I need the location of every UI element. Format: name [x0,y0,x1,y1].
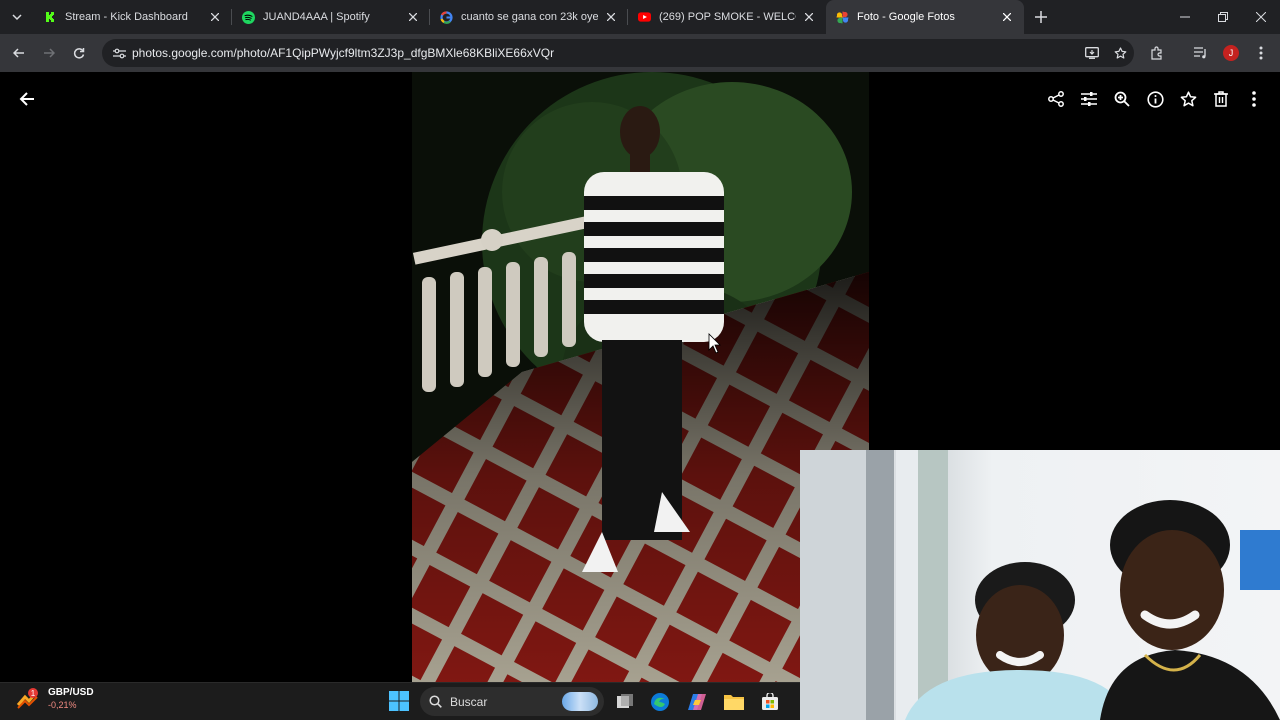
restore-icon [1218,12,1228,22]
zoom-button[interactable] [1110,86,1134,112]
webcam-image [800,450,1280,720]
back-button[interactable] [4,38,34,68]
search-placeholder: Buscar [450,694,488,709]
search-highlight-icon [562,692,598,711]
widget-change: -0,21% [48,700,77,710]
delete-icon [1214,91,1228,107]
info-icon [1146,90,1164,108]
spotify-icon [242,10,255,24]
weather-stock-widget[interactable]: 1 GBP/USD -0,21% [16,686,94,712]
arrow-left-icon [13,48,24,58]
delete-button[interactable] [1209,86,1233,112]
close-icon[interactable] [406,10,420,24]
tab-title: Stream - Kick Dashboard [65,11,188,23]
store-icon [762,693,778,710]
minimize-icon [1180,16,1190,18]
forward-button[interactable] [34,38,64,68]
viewer-actions [1044,86,1266,112]
info-button[interactable] [1143,86,1167,112]
restore-button[interactable] [1204,0,1242,34]
extensions-button[interactable] [1142,38,1172,68]
copilot-button[interactable] [685,690,709,714]
webcam-overlay [800,450,1280,720]
plus-icon [1035,11,1047,23]
edit-adjust-icon [1081,92,1097,106]
window-controls [1166,0,1280,34]
arrow-left-icon [19,92,34,106]
youtube-icon [638,11,651,24]
favorite-button[interactable] [1176,86,1200,112]
url-text: photos.google.com/photo/AF1QipPWyjcf9ltm… [132,46,555,60]
tab-title: (269) POP SMOKE - WELCOME TO [659,11,796,23]
file-explorer-button[interactable] [722,690,746,714]
stock-chart-icon: 1 [16,688,39,709]
share-button[interactable] [1044,86,1068,112]
tab-google-photos[interactable]: Foto - Google Fotos [826,0,1024,34]
chrome-menu-button[interactable] [1246,38,1276,68]
close-icon[interactable] [802,10,816,24]
bookmark-star-icon[interactable] [1106,46,1134,60]
browser-toolbar: photos.google.com/photo/AF1QipPWyjcf9ltm… [0,34,1280,72]
favorite-star-icon [1180,90,1196,106]
more-vertical-icon [1259,46,1263,60]
microsoft-store-button[interactable] [758,690,782,714]
start-button[interactable] [389,691,411,713]
windows-logo-icon [389,691,409,711]
tab-title: JUAND4AAA | Spotify [263,11,370,23]
tab-title: cuanto se gana con 23k oyentes [461,11,598,23]
tab-youtube[interactable]: (269) POP SMOKE - WELCOME TO [628,0,826,34]
close-viewer-button[interactable] [14,86,40,112]
close-icon[interactable] [208,10,222,24]
install-app-icon[interactable] [1078,47,1106,59]
task-view-icon [617,694,633,708]
close-window-button[interactable] [1242,0,1280,34]
notification-badge: 1 [31,689,36,698]
chevron-down-icon [12,14,22,21]
taskbar-search[interactable]: Buscar [420,687,604,716]
toolbar-right: J [1142,38,1280,68]
address-bar[interactable]: photos.google.com/photo/AF1QipPWyjcf9ltm… [102,39,1134,67]
site-settings-icon[interactable] [106,48,132,59]
windows-taskbar: 1 GBP/USD -0,21% Buscar [0,682,800,720]
arrow-right-icon [44,48,55,58]
minimize-button[interactable] [1166,0,1204,34]
close-icon[interactable] [604,10,618,24]
search-icon [420,695,450,708]
close-icon[interactable] [1000,10,1014,24]
edit-button[interactable] [1077,86,1101,112]
kick-icon [44,11,57,24]
google-photos-icon [836,11,849,24]
tab-google-search[interactable]: cuanto se gana con 23k oyentes [430,0,628,34]
share-icon [1048,91,1064,107]
widget-label: GBP/USD [48,687,94,698]
folder-icon [724,695,744,710]
close-icon [1256,12,1266,22]
tab-kick-dashboard[interactable]: Stream - Kick Dashboard [34,0,232,34]
reading-list-button[interactable] [1186,38,1216,68]
more-options-button[interactable] [1242,86,1266,112]
edge-icon [651,693,669,711]
queue-music-icon [1194,47,1206,59]
tab-strip: Stream - Kick Dashboard JUAND4AAA | Spot… [0,0,1280,34]
tab-title: Foto - Google Fotos [857,11,955,23]
profile-button[interactable]: J [1216,38,1246,68]
tab-search-button[interactable] [0,0,34,34]
task-view-button[interactable] [613,690,637,714]
puzzle-icon [1151,46,1162,60]
avatar: J [1223,45,1239,61]
zoom-icon [1114,91,1130,107]
google-icon [440,10,453,24]
more-options-icon [1252,91,1256,107]
tab-spotify[interactable]: JUAND4AAA | Spotify [232,0,430,34]
new-tab-button[interactable] [1026,2,1056,32]
reload-icon [73,48,85,59]
edge-button[interactable] [648,690,672,714]
reload-button[interactable] [64,38,94,68]
copilot-icon [688,694,706,710]
